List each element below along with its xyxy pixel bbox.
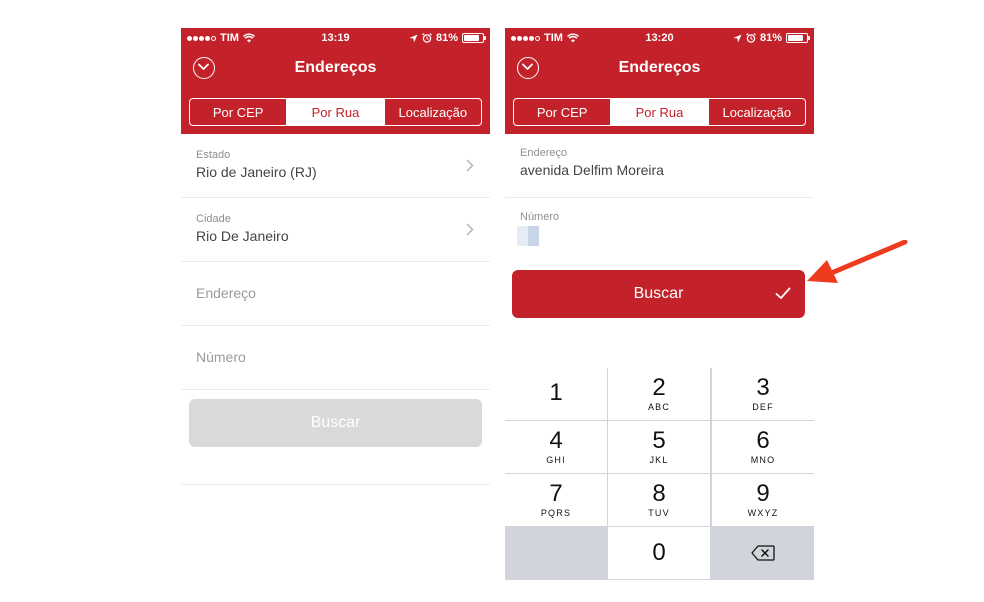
chevron-right-icon: [466, 223, 474, 236]
app-header: TIM 13:19 81% Endereços Por CEP Por Rua …: [181, 28, 490, 134]
status-bar: TIM 13:20 81%: [505, 28, 814, 48]
search-button-label: Buscar: [633, 285, 684, 302]
tab-localizacao[interactable]: Localização: [385, 99, 481, 125]
tab-localizacao[interactable]: Localização: [709, 99, 805, 125]
page-title: Endereços: [294, 59, 377, 76]
app-header: TIM 13:20 81% Endereços Por CEP Por Rua …: [505, 28, 814, 134]
location-arrow-icon: [409, 33, 418, 43]
page-title: Endereços: [618, 59, 701, 76]
key-blank: [505, 527, 607, 579]
numeric-keypad: 1 2 ABC 3 DEF 4 GHI 5 JKL 6 MNO 7 PQRS 8: [505, 368, 814, 580]
endereco-placeholder: Endereço: [196, 285, 256, 301]
numero-label: Número: [520, 211, 560, 223]
checkmark-icon: [775, 287, 791, 299]
numero-field[interactable]: Número: [181, 326, 490, 390]
alarm-icon: [422, 33, 432, 43]
key-7[interactable]: 7 PQRS: [505, 474, 607, 526]
numero-placeholder: Número: [196, 349, 246, 365]
key-3[interactable]: 3 DEF: [712, 368, 814, 420]
battery-icon: [786, 33, 810, 43]
left-phone-screen: TIM 13:19 81% Endereços Por CEP Por Rua …: [181, 28, 490, 580]
text-cursor: [517, 226, 539, 246]
status-bar: TIM 13:19 81%: [181, 28, 490, 48]
endereco-field[interactable]: Endereço avenida Delfim Moreira: [505, 134, 814, 198]
tab-por-cep[interactable]: Por CEP: [514, 99, 612, 125]
cidade-select[interactable]: Cidade Rio De Janeiro: [181, 198, 490, 262]
cidade-label: Cidade: [196, 213, 231, 225]
key-4[interactable]: 4 GHI: [505, 421, 607, 473]
battery-percent: 81%: [759, 32, 782, 44]
right-phone-screen: TIM 13:20 81% Endereços Por CEP Por Rua …: [505, 28, 814, 580]
chevron-right-icon: [466, 159, 474, 172]
estado-select[interactable]: Estado Rio de Janeiro (RJ): [181, 134, 490, 198]
endereco-label: Endereço: [520, 147, 568, 159]
key-backspace[interactable]: [712, 527, 814, 579]
key-0[interactable]: 0: [608, 527, 710, 579]
backspace-icon: [751, 545, 775, 561]
search-mode-tabs: Por CEP Por Rua Localização: [189, 98, 482, 126]
key-1[interactable]: 1: [505, 368, 607, 420]
tab-por-rua[interactable]: Por Rua: [287, 99, 385, 125]
divider: [181, 484, 490, 485]
key-6[interactable]: 6 MNO: [712, 421, 814, 473]
tab-por-cep[interactable]: Por CEP: [190, 99, 288, 125]
estado-label: Estado: [196, 149, 231, 161]
endereco-field[interactable]: Endereço: [181, 262, 490, 326]
key-5[interactable]: 5 JKL: [608, 421, 710, 473]
battery-percent: 81%: [435, 32, 458, 44]
search-button-disabled[interactable]: Buscar: [189, 399, 482, 447]
tab-por-rua[interactable]: Por Rua: [611, 99, 709, 125]
form: Estado Rio de Janeiro (RJ) Cidade Rio De…: [181, 134, 490, 580]
key-2[interactable]: 2 ABC: [608, 368, 710, 420]
key-9[interactable]: 9 WXYZ: [712, 474, 814, 526]
alarm-icon: [746, 33, 756, 43]
key-8[interactable]: 8 TUV: [608, 474, 710, 526]
cidade-value: Rio De Janeiro: [196, 228, 289, 244]
battery-icon: [462, 33, 486, 43]
search-mode-tabs: Por CEP Por Rua Localização: [513, 98, 806, 126]
location-arrow-icon: [733, 33, 742, 43]
annotation-arrow-icon: [807, 240, 908, 283]
search-button[interactable]: Buscar: [512, 270, 805, 318]
endereco-value: avenida Delfim Moreira: [520, 162, 664, 178]
numero-field[interactable]: Número: [505, 198, 814, 262]
estado-value: Rio de Janeiro (RJ): [196, 164, 317, 180]
